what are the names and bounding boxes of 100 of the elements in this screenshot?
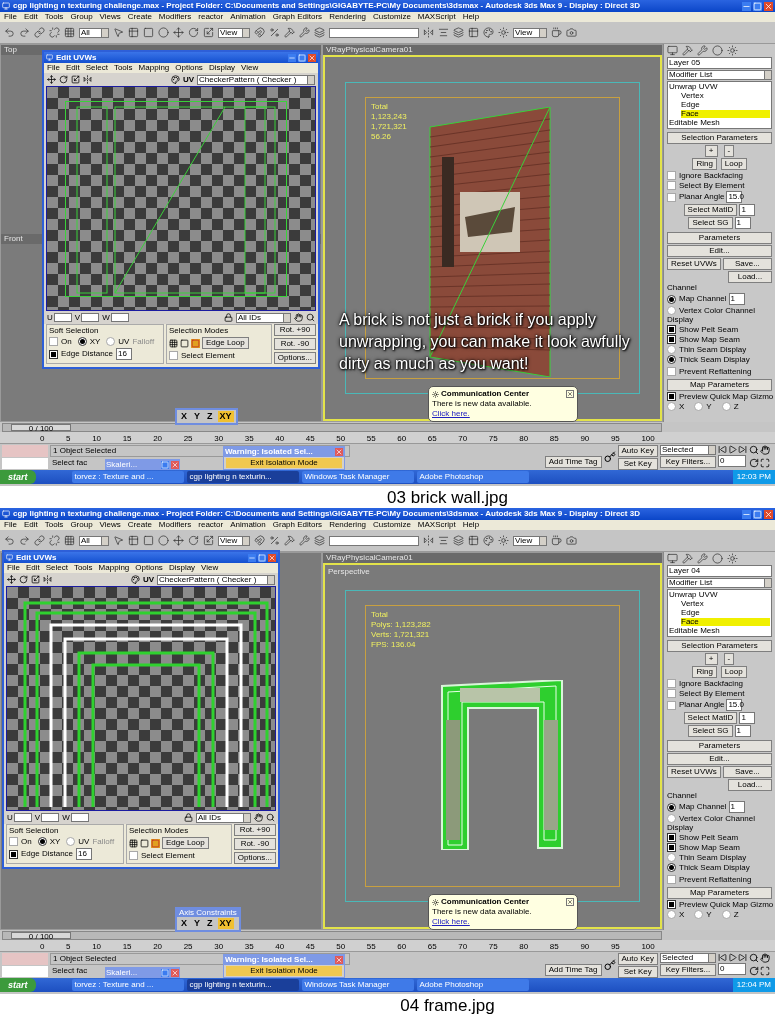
button[interactable]: Key Filters... bbox=[660, 456, 716, 468]
stack-item[interactable]: Unwrap UVW bbox=[669, 591, 770, 599]
radio-button[interactable] bbox=[694, 402, 704, 411]
checkbox[interactable] bbox=[667, 181, 676, 190]
list-icon[interactable] bbox=[128, 27, 139, 38]
sun-icon[interactable] bbox=[498, 27, 509, 38]
spinner-field[interactable]: 1 bbox=[728, 801, 745, 813]
button[interactable]: Auto Key bbox=[617, 953, 658, 965]
button[interactable]: Rot. -90 bbox=[273, 338, 316, 350]
button[interactable]: Set Key bbox=[617, 966, 658, 978]
vertex-mode-icon[interactable] bbox=[169, 338, 178, 348]
rollout-header[interactable]: Parameters bbox=[667, 740, 772, 752]
rollout-header[interactable]: Map Parameters bbox=[667, 379, 772, 391]
checkbox[interactable] bbox=[49, 349, 58, 359]
menu-item[interactable]: MAXScript bbox=[417, 13, 456, 21]
play-icon[interactable] bbox=[728, 445, 737, 454]
button[interactable]: Options... bbox=[233, 852, 276, 864]
move-icon[interactable] bbox=[173, 535, 184, 546]
button[interactable]: Loop bbox=[720, 158, 747, 170]
rollout-header[interactable]: Selection Parameters bbox=[667, 640, 772, 652]
menu-item[interactable]: Graph Editors bbox=[272, 521, 323, 529]
button[interactable]: Rot. +90 bbox=[273, 324, 316, 336]
close-icon[interactable] bbox=[764, 1, 773, 11]
button[interactable]: Set Key bbox=[617, 458, 658, 470]
menu-item[interactable]: reactor bbox=[198, 13, 224, 21]
menu-item[interactable]: Group bbox=[70, 521, 93, 529]
checkbox[interactable] bbox=[169, 351, 178, 360]
orbit-icon[interactable] bbox=[749, 457, 759, 468]
taskbar-button[interactable]: torvez : Texture and ... bbox=[71, 471, 184, 483]
menu-item[interactable]: Modifiers bbox=[158, 13, 192, 21]
dropdown[interactable]: View bbox=[513, 535, 547, 546]
checkbox[interactable] bbox=[667, 367, 676, 376]
hammer-icon[interactable] bbox=[682, 45, 693, 56]
hammer-icon[interactable] bbox=[284, 535, 295, 546]
radio-button[interactable] bbox=[37, 837, 47, 846]
menu-item[interactable]: File bbox=[4, 13, 17, 21]
dropdown[interactable]: CheckerPattern ( Checker ) bbox=[197, 74, 315, 85]
axis-button[interactable]: Z bbox=[205, 918, 215, 929]
checkbox[interactable] bbox=[667, 833, 676, 842]
align-icon[interactable] bbox=[438, 535, 449, 546]
stack-item[interactable]: Unwrap UVW bbox=[669, 83, 770, 91]
link-icon[interactable] bbox=[34, 27, 45, 38]
taskbar-button[interactable]: Windows Task Manager bbox=[301, 471, 414, 483]
wrench-icon[interactable] bbox=[697, 553, 708, 564]
minimize-icon[interactable] bbox=[742, 1, 751, 11]
scale-icon[interactable] bbox=[203, 535, 214, 546]
button[interactable]: Options... bbox=[273, 352, 316, 364]
menu-item[interactable]: reactor bbox=[198, 521, 224, 529]
menu-item[interactable]: Animation bbox=[230, 521, 266, 529]
play-icon[interactable] bbox=[728, 953, 737, 962]
monitor-icon[interactable] bbox=[667, 553, 678, 564]
checkbox[interactable] bbox=[667, 843, 676, 852]
lock-icon[interactable] bbox=[184, 813, 193, 822]
rotate-icon[interactable] bbox=[188, 27, 199, 38]
hammer-icon[interactable] bbox=[284, 27, 295, 38]
go-to-end-icon[interactable] bbox=[738, 445, 747, 454]
menu-item[interactable]: Views bbox=[99, 521, 121, 529]
align-icon[interactable] bbox=[438, 27, 449, 38]
menu-item[interactable]: Tools bbox=[44, 13, 64, 21]
button[interactable]: Auto Key bbox=[617, 445, 658, 457]
mirror-icon[interactable] bbox=[43, 575, 52, 584]
menu-item[interactable]: Animation bbox=[230, 13, 266, 21]
dropdown[interactable]: Selected bbox=[660, 445, 716, 455]
button[interactable]: Edit... bbox=[667, 245, 772, 257]
spinner-field[interactable] bbox=[81, 313, 100, 322]
circle-icon[interactable] bbox=[158, 535, 169, 546]
button[interactable]: Key Filters... bbox=[660, 964, 716, 976]
spinner-field[interactable] bbox=[70, 813, 89, 822]
stack-item[interactable]: Editable Mesh bbox=[669, 627, 770, 635]
layers-icon[interactable] bbox=[453, 535, 464, 546]
layers-icon[interactable] bbox=[453, 27, 464, 38]
radio-button[interactable] bbox=[667, 910, 676, 919]
menu-item[interactable]: View bbox=[201, 564, 219, 572]
checkbox[interactable] bbox=[667, 689, 676, 698]
close-icon[interactable] bbox=[566, 390, 574, 398]
checkbox[interactable] bbox=[667, 679, 676, 688]
wrench-icon[interactable] bbox=[697, 45, 708, 56]
radio-button[interactable] bbox=[667, 355, 676, 364]
menu-item[interactable]: Create bbox=[127, 521, 152, 529]
radio-button[interactable] bbox=[77, 337, 87, 346]
axis-button[interactable]: XY bbox=[217, 411, 234, 422]
redo-icon[interactable] bbox=[19, 535, 30, 546]
menu-item[interactable]: Rendering bbox=[329, 13, 367, 21]
face-mode-icon[interactable] bbox=[191, 338, 200, 348]
restore-icon[interactable] bbox=[161, 968, 169, 977]
dropdown[interactable]: All IDs bbox=[236, 312, 291, 323]
pointer-icon[interactable] bbox=[113, 27, 124, 38]
undo-icon[interactable] bbox=[4, 535, 15, 546]
zoom-icon[interactable] bbox=[749, 953, 759, 963]
button[interactable]: Save... bbox=[722, 766, 772, 778]
viewport-label[interactable]: Top bbox=[4, 46, 17, 54]
close-icon[interactable] bbox=[171, 460, 179, 469]
layers-icon[interactable] bbox=[314, 27, 325, 38]
menu-item[interactable]: Display bbox=[168, 564, 196, 572]
menu-item[interactable]: Edit bbox=[23, 13, 38, 21]
palette-icon[interactable] bbox=[130, 575, 140, 584]
zoom-icon[interactable] bbox=[266, 813, 275, 822]
pan-icon[interactable] bbox=[294, 313, 303, 322]
axis-button[interactable]: X bbox=[179, 918, 189, 929]
restore-icon[interactable] bbox=[161, 460, 169, 469]
